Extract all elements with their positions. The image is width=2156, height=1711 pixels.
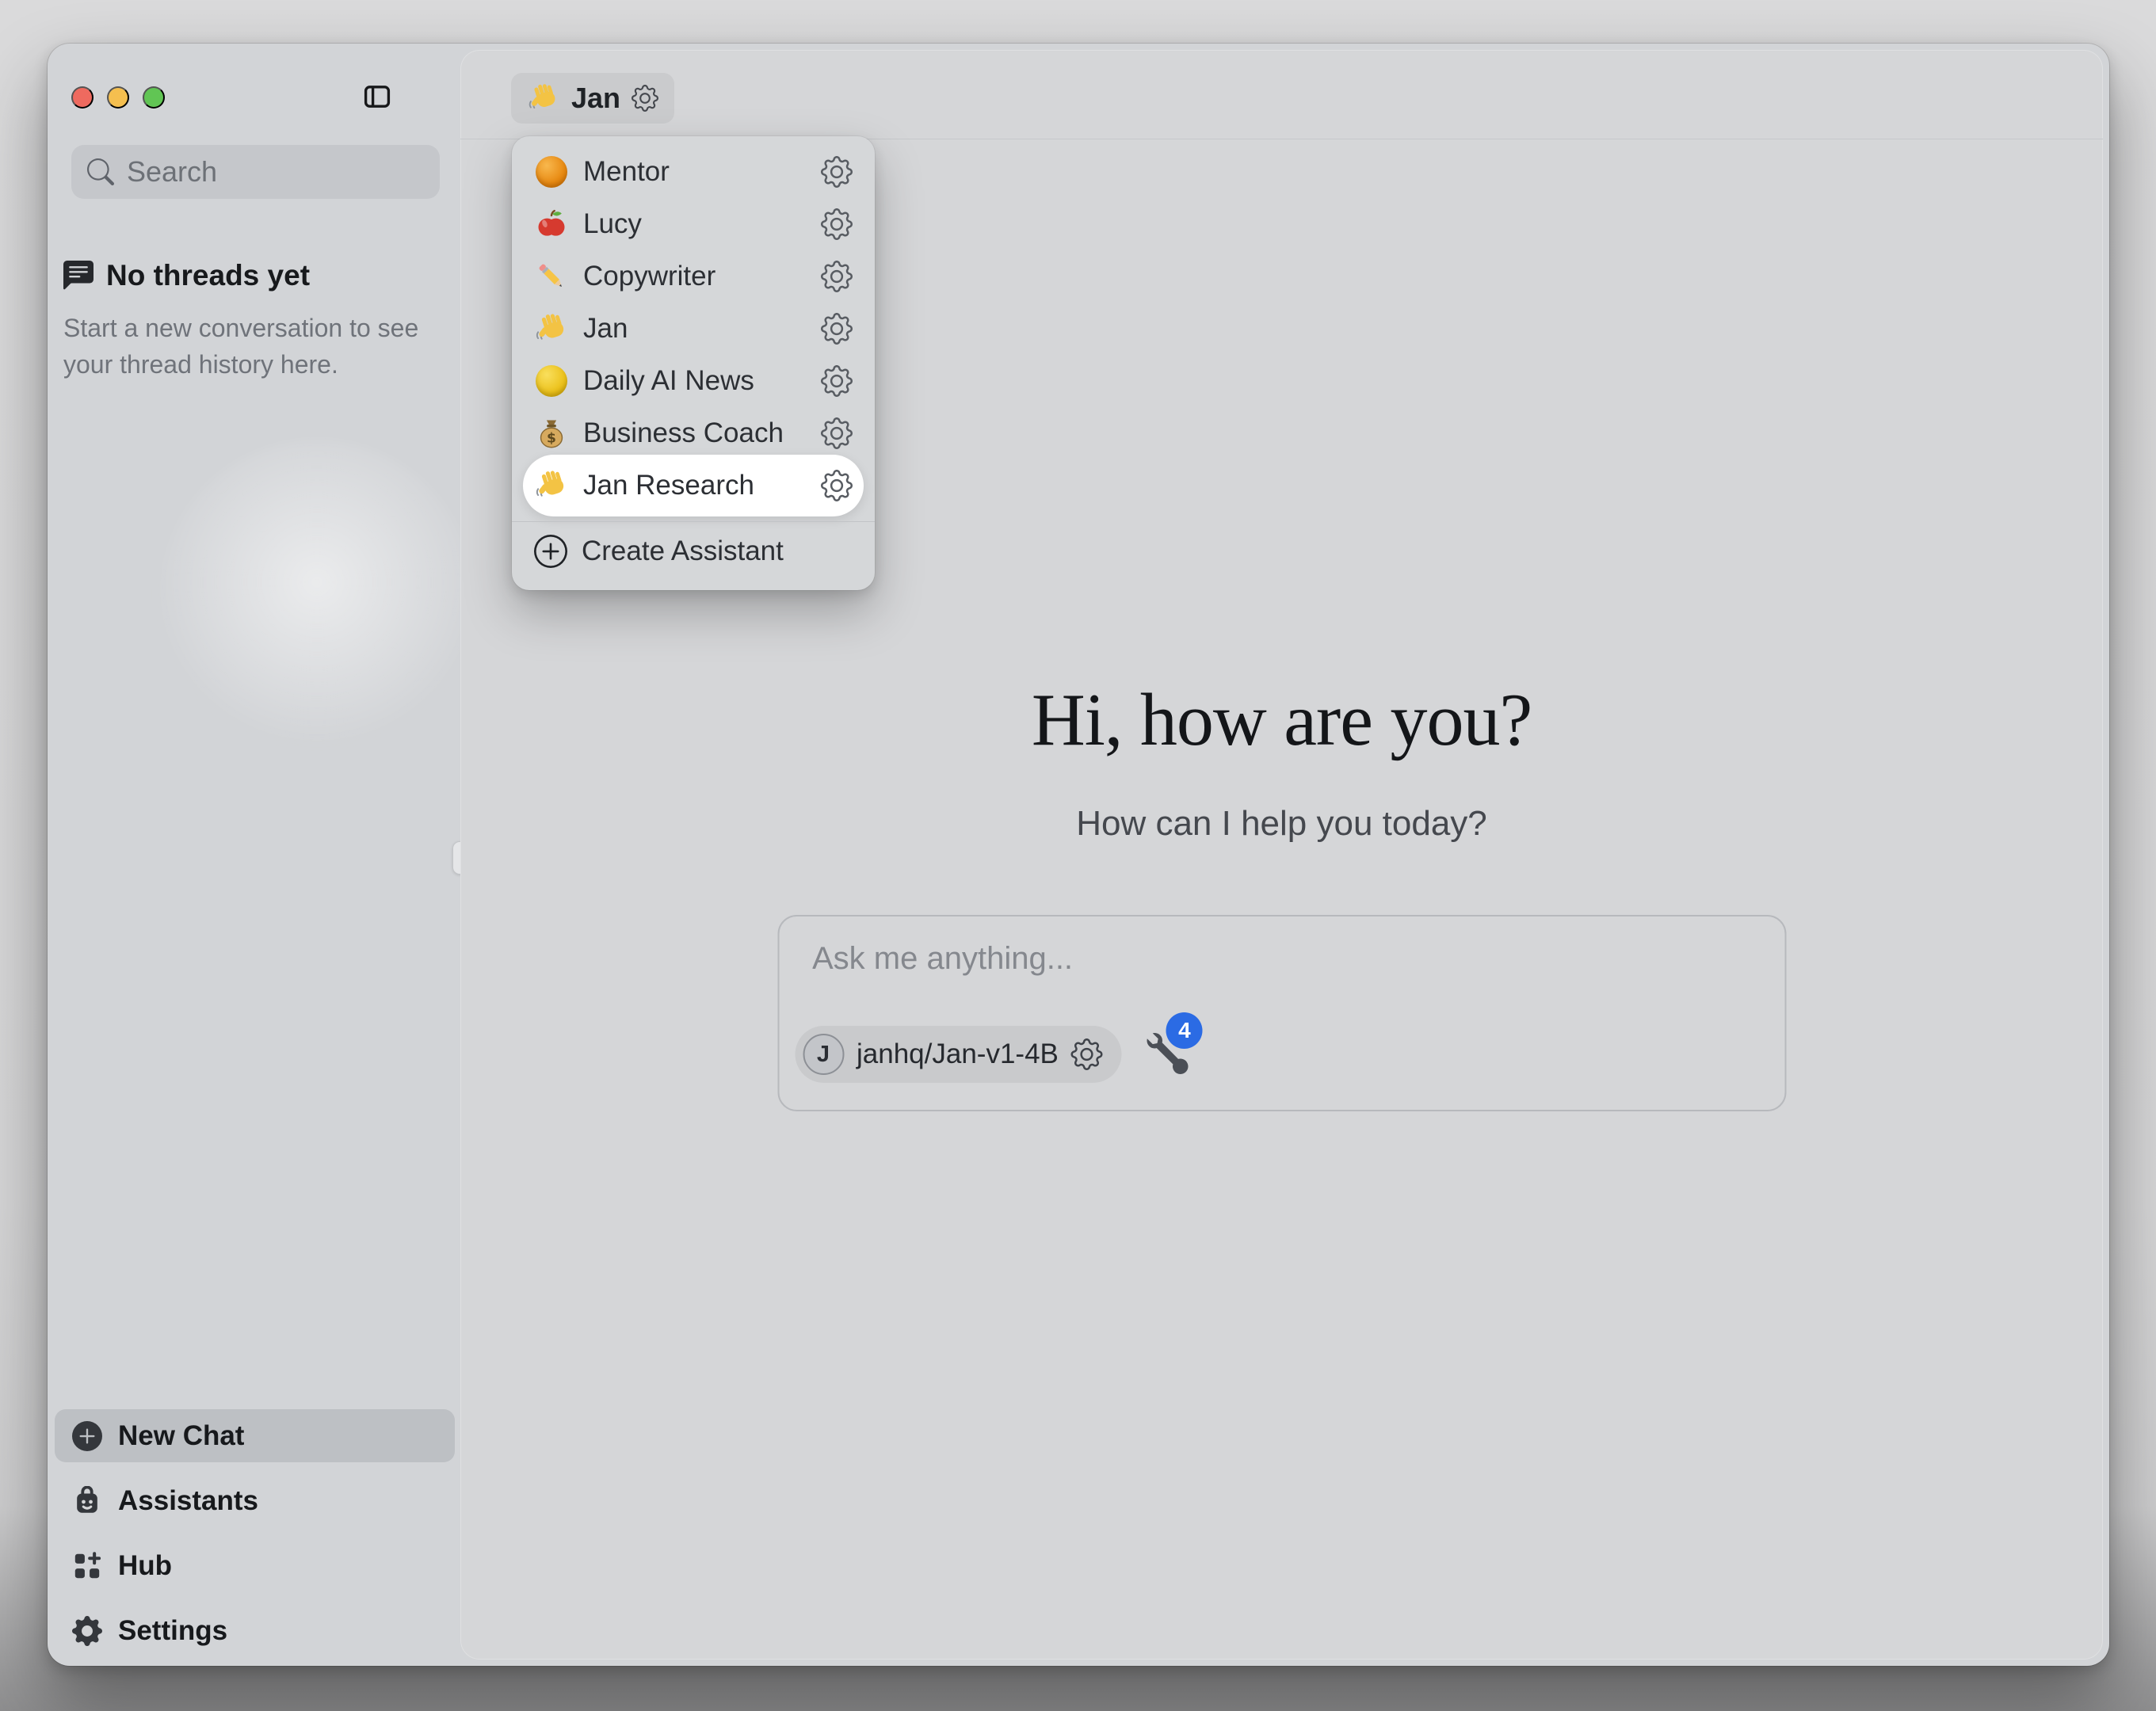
menu-item-jan[interactable]: Jan	[523, 303, 864, 355]
search-icon	[87, 158, 114, 185]
minimize-button[interactable]	[107, 86, 129, 109]
menu-item-label: Jan Research	[583, 470, 807, 501]
menu-item-create-assistant[interactable]: Create Assistant	[523, 522, 864, 581]
sidebar-item-assistants[interactable]: Assistants	[55, 1474, 455, 1527]
money-bag-icon	[534, 416, 569, 451]
greeting-subtitle: How can I help you today?	[460, 804, 2103, 844]
nav-label: Hub	[118, 1550, 172, 1582]
assistant-selector-label: Jan	[571, 82, 620, 115]
sidebar-item-new-chat[interactable]: New Chat	[55, 1409, 455, 1462]
greeting-heading: Hi, how are you?	[460, 677, 2103, 763]
menu-item-label: Create Assistant	[582, 535, 853, 567]
nav-label: New Chat	[118, 1420, 244, 1452]
gear-icon[interactable]	[821, 208, 853, 240]
sidebar-item-settings[interactable]: Settings	[55, 1604, 455, 1657]
apple-icon	[534, 207, 569, 242]
menu-item-label: Jan	[583, 313, 807, 345]
app-window: No threads yet Start a new conversation …	[48, 44, 2109, 1666]
waving-hand-icon	[527, 82, 560, 115]
main-titlebar: Jan	[460, 50, 2103, 139]
menu-item-label: Mentor	[583, 156, 807, 188]
welcome-section: Hi, how are you? How can I help you toda…	[460, 677, 2103, 844]
sidebar-toggle-icon	[363, 82, 391, 112]
model-selector-button[interactable]: J janhq/Jan-v1-4B	[795, 1026, 1122, 1083]
empty-state-title: No threads yet	[106, 259, 310, 292]
gear-icon	[632, 85, 658, 112]
threads-empty-state: No threads yet Start a new conversation …	[63, 259, 436, 383]
assistants-icon	[72, 1486, 102, 1516]
nav-label: Settings	[118, 1615, 227, 1647]
orange-circle-icon	[534, 154, 569, 189]
model-avatar: J	[803, 1034, 844, 1075]
hub-grid-icon	[72, 1551, 102, 1581]
tools-button[interactable]: 4	[1146, 1030, 1190, 1079]
zoom-button[interactable]	[143, 86, 165, 109]
model-name: janhq/Jan-v1-4B	[857, 1038, 1059, 1070]
waving-hand-icon	[534, 311, 569, 346]
gear-icon[interactable]	[821, 313, 853, 345]
menu-item-jan-research[interactable]: Jan Research	[523, 455, 864, 516]
assistant-selector-button[interactable]: Jan	[511, 73, 674, 124]
menu-item-label: Lucy	[583, 208, 807, 240]
gear-icon[interactable]	[821, 261, 853, 292]
composer-toolbar: J janhq/Jan-v1-4B 4	[795, 1026, 1190, 1083]
chat-composer[interactable]: J janhq/Jan-v1-4B 4	[777, 915, 1786, 1111]
menu-item-label: Copywriter	[583, 261, 807, 292]
sidebar-glow-decoration	[158, 440, 475, 756]
menu-item-lucy[interactable]: Lucy	[523, 198, 864, 250]
assistant-menu: Mentor Lucy Copywriter Jan Daily AI News…	[512, 136, 875, 590]
gear-icon	[1071, 1038, 1103, 1070]
gear-icon	[72, 1616, 102, 1646]
menu-item-copywriter[interactable]: Copywriter	[523, 250, 864, 303]
gear-icon[interactable]	[821, 365, 853, 397]
menu-item-business-coach[interactable]: Business Coach	[523, 407, 864, 459]
tools-count-badge: 4	[1166, 1012, 1203, 1049]
yellow-circle-icon	[534, 364, 569, 398]
message-input[interactable]	[811, 940, 1753, 977]
search-input[interactable]	[125, 154, 424, 189]
chat-bubble-icon	[63, 261, 93, 291]
gear-icon[interactable]	[821, 417, 853, 449]
gear-icon[interactable]	[821, 156, 853, 188]
plus-circle-outline-icon	[534, 535, 567, 568]
sidebar-nav: New Chat Assistants Hub Settings	[55, 1409, 455, 1669]
menu-item-daily-ai-news[interactable]: Daily AI News	[523, 355, 864, 407]
nav-label: Assistants	[118, 1485, 258, 1517]
plus-circle-icon	[72, 1421, 102, 1451]
sidebar-toggle-button[interactable]	[363, 82, 391, 112]
close-button[interactable]	[71, 86, 93, 109]
menu-item-label: Daily AI News	[583, 365, 807, 397]
search-field[interactable]	[71, 145, 440, 199]
menu-item-mentor[interactable]: Mentor	[523, 146, 864, 198]
empty-state-description: Start a new conversation to see your thr…	[63, 310, 436, 383]
sidebar-item-hub[interactable]: Hub	[55, 1539, 455, 1592]
waving-hand-icon	[534, 468, 569, 503]
pencil-icon	[534, 259, 569, 294]
gear-icon[interactable]	[821, 470, 853, 501]
menu-item-label: Business Coach	[583, 417, 807, 449]
